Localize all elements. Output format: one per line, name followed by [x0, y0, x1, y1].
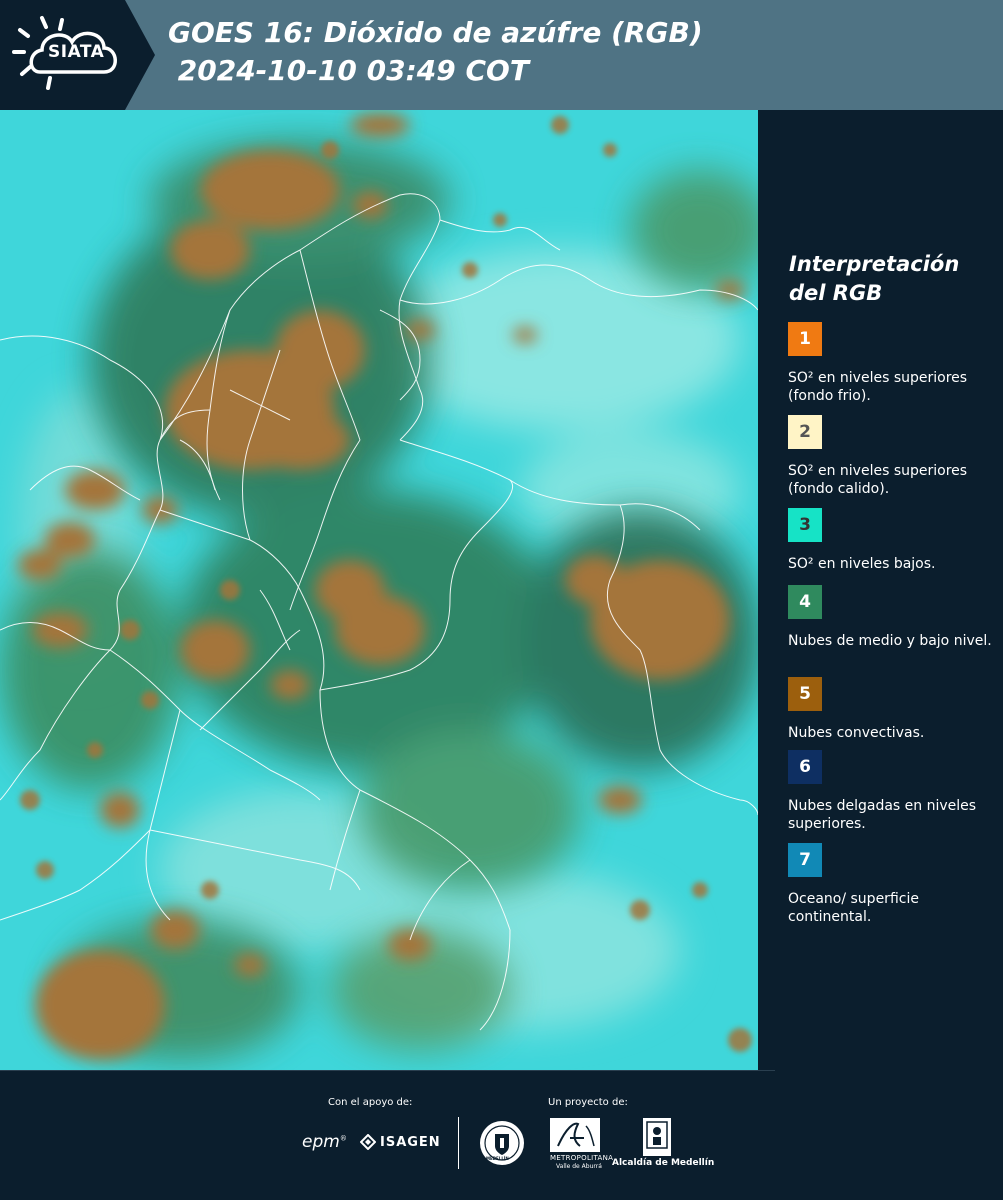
legend-label-7: Oceano/ superficie continental. [788, 891, 919, 925]
logo-text: SIATA [48, 42, 105, 62]
legend-swatch-3: 3 [788, 508, 822, 542]
legend-number-5: 5 [799, 684, 811, 704]
project-label: Un proyecto de: [548, 1097, 628, 1108]
support-label: Con el apoyo de: [328, 1097, 413, 1108]
legend-swatch-5: 5 [788, 677, 822, 711]
legend-number-2: 2 [799, 422, 811, 442]
legend-label-5: Nubes convectivas. [788, 725, 925, 741]
legend-title-line-2: del RGB [789, 281, 883, 305]
isagen-logo-text: ISAGEN [380, 1135, 441, 1150]
legend-item-2: 2 SO² en niveles superiores (fondo calid… [788, 415, 998, 498]
legend-title: Interpretación del RGB [789, 250, 999, 308]
title-line-1: GOES 16: Dióxido de azúfre (RGB) [168, 16, 703, 49]
footer-divider-line [0, 1070, 775, 1071]
legend-swatch-2: 2 [788, 415, 822, 449]
legend-label-2: SO² en niveles superiores (fondo calido)… [788, 463, 968, 497]
metropolitana-text: METROPOLITANA [550, 1154, 614, 1162]
alcaldia-crest-icon [643, 1118, 671, 1156]
legend-number-4: 4 [799, 592, 811, 612]
legend-number-7: 7 [799, 850, 811, 870]
legend-number-6: 6 [799, 757, 811, 777]
legend-item-1: 1 SO² en niveles superiores (fondo frio)… [788, 322, 998, 405]
legend-panel: Interpretación del RGB 1 SO² en niveles … [760, 110, 1003, 1070]
epm-logo-text: epm [302, 1132, 340, 1152]
legend-swatch-4: 4 [788, 585, 822, 619]
title-line-2: 2024-10-10 03:49 COT [168, 54, 529, 87]
isagen-icon [360, 1134, 376, 1150]
legend-item-3: 3 SO² en niveles bajos. [788, 508, 998, 573]
medellin-seal-text: MEDELLÍN [486, 1156, 509, 1161]
legend-label-6: Nubes delgadas en niveles superiores. [788, 798, 977, 832]
legend-label-3: SO² en niveles bajos. [788, 556, 936, 572]
legend-title-line-1: Interpretación [789, 252, 960, 276]
legend-swatch-6: 6 [788, 750, 822, 784]
legend-swatch-7: 7 [788, 843, 822, 877]
legend-number-1: 1 [799, 329, 811, 349]
legend-swatch-1: 1 [788, 322, 822, 356]
legend-item-5: 5 Nubes convectivas. [788, 677, 998, 742]
footer-separator [458, 1117, 459, 1169]
legend-item-7: 7 Oceano/ superficie continental. [788, 843, 998, 926]
satellite-map [0, 110, 758, 1070]
legend-number-3: 3 [799, 515, 811, 535]
valle-text: Valle de Aburrá [556, 1163, 602, 1170]
legend-label-4: Nubes de medio y bajo nivel. [788, 633, 992, 649]
legend-item-4: 4 Nubes de medio y bajo nivel. [788, 585, 998, 650]
area-metropolitana-logo-icon [550, 1118, 600, 1152]
alcaldia-text: Alcaldía de Medellín [612, 1158, 715, 1168]
legend-item-6: 6 Nubes delgadas en niveles superiores. [788, 750, 998, 833]
header: SIATA GOES 16: Dióxido de azúfre (RGB) 2… [0, 0, 1003, 110]
legend-label-1: SO² en niveles superiores (fondo frio). [788, 370, 968, 404]
epm-logo: epm® [302, 1132, 347, 1152]
page-title: GOES 16: Dióxido de azúfre (RGB) 2024-10… [168, 14, 703, 90]
footer: Con el apoyo de: Un proyecto de: epm® IS… [0, 1070, 1003, 1200]
